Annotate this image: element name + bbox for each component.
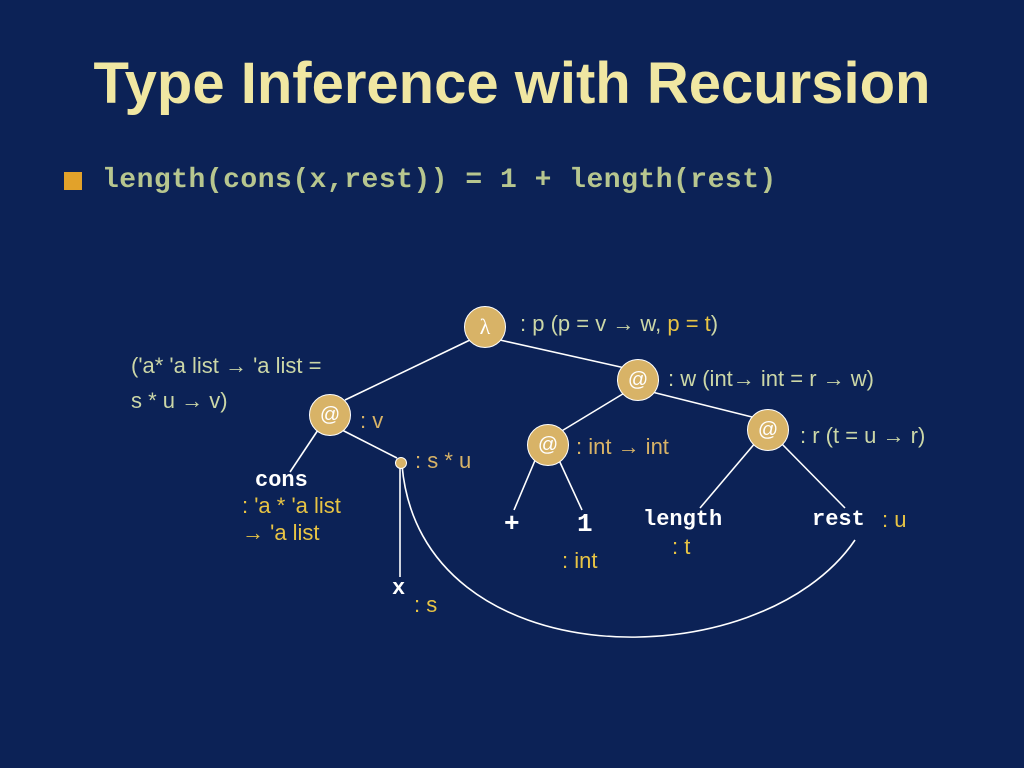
pair-node: [395, 457, 407, 469]
length-type: : t: [672, 534, 690, 560]
apply-plus-type: : int → int: [576, 434, 669, 460]
slide: Type Inference with Recursion length(con…: [0, 0, 1024, 768]
cons-type-line2: → 'a list: [242, 520, 320, 546]
one-type: : int: [562, 548, 597, 574]
slide-title: Type Inference with Recursion: [0, 50, 1024, 117]
rest-type: : u: [882, 507, 906, 533]
node-apply-left: @: [309, 394, 351, 436]
leaf-cons: cons: [255, 468, 308, 493]
bullet-row: length(cons(x,rest)) = 1 + length(rest): [64, 165, 777, 196]
apply-left-type: : v: [360, 408, 383, 434]
leaf-plus: +: [504, 509, 520, 539]
leaf-x: x: [392, 576, 405, 601]
precond-line1: ('a* 'a list → 'a list =: [131, 353, 322, 379]
leaf-length: length: [643, 507, 722, 532]
apply-length-type: : r (t = u → r): [800, 423, 925, 449]
pair-type: : s * u: [415, 448, 471, 474]
lambda-ann-highlight: p = t: [667, 311, 710, 336]
node-apply-right: @: [617, 359, 659, 401]
lambda-annotation: : p (p = v → w, p = t): [520, 311, 718, 337]
bullet-icon: [64, 172, 82, 190]
precond-line2: s * u → v): [131, 388, 228, 414]
apply-right-type: : w (int→ int = r → w): [668, 366, 874, 392]
node-lambda: λ: [464, 306, 506, 348]
x-type: : s: [414, 592, 437, 618]
lambda-ann-prefix: : p (p = v → w,: [520, 311, 667, 336]
equation-code: length(cons(x,rest)) = 1 + length(rest): [102, 165, 777, 196]
node-apply-plus: @: [527, 424, 569, 466]
node-apply-length: @: [747, 409, 789, 451]
cons-type-line1: : 'a * 'a list: [242, 493, 341, 519]
lambda-ann-suffix: ): [711, 311, 718, 336]
leaf-rest: rest: [812, 507, 865, 532]
leaf-one: 1: [577, 509, 593, 539]
